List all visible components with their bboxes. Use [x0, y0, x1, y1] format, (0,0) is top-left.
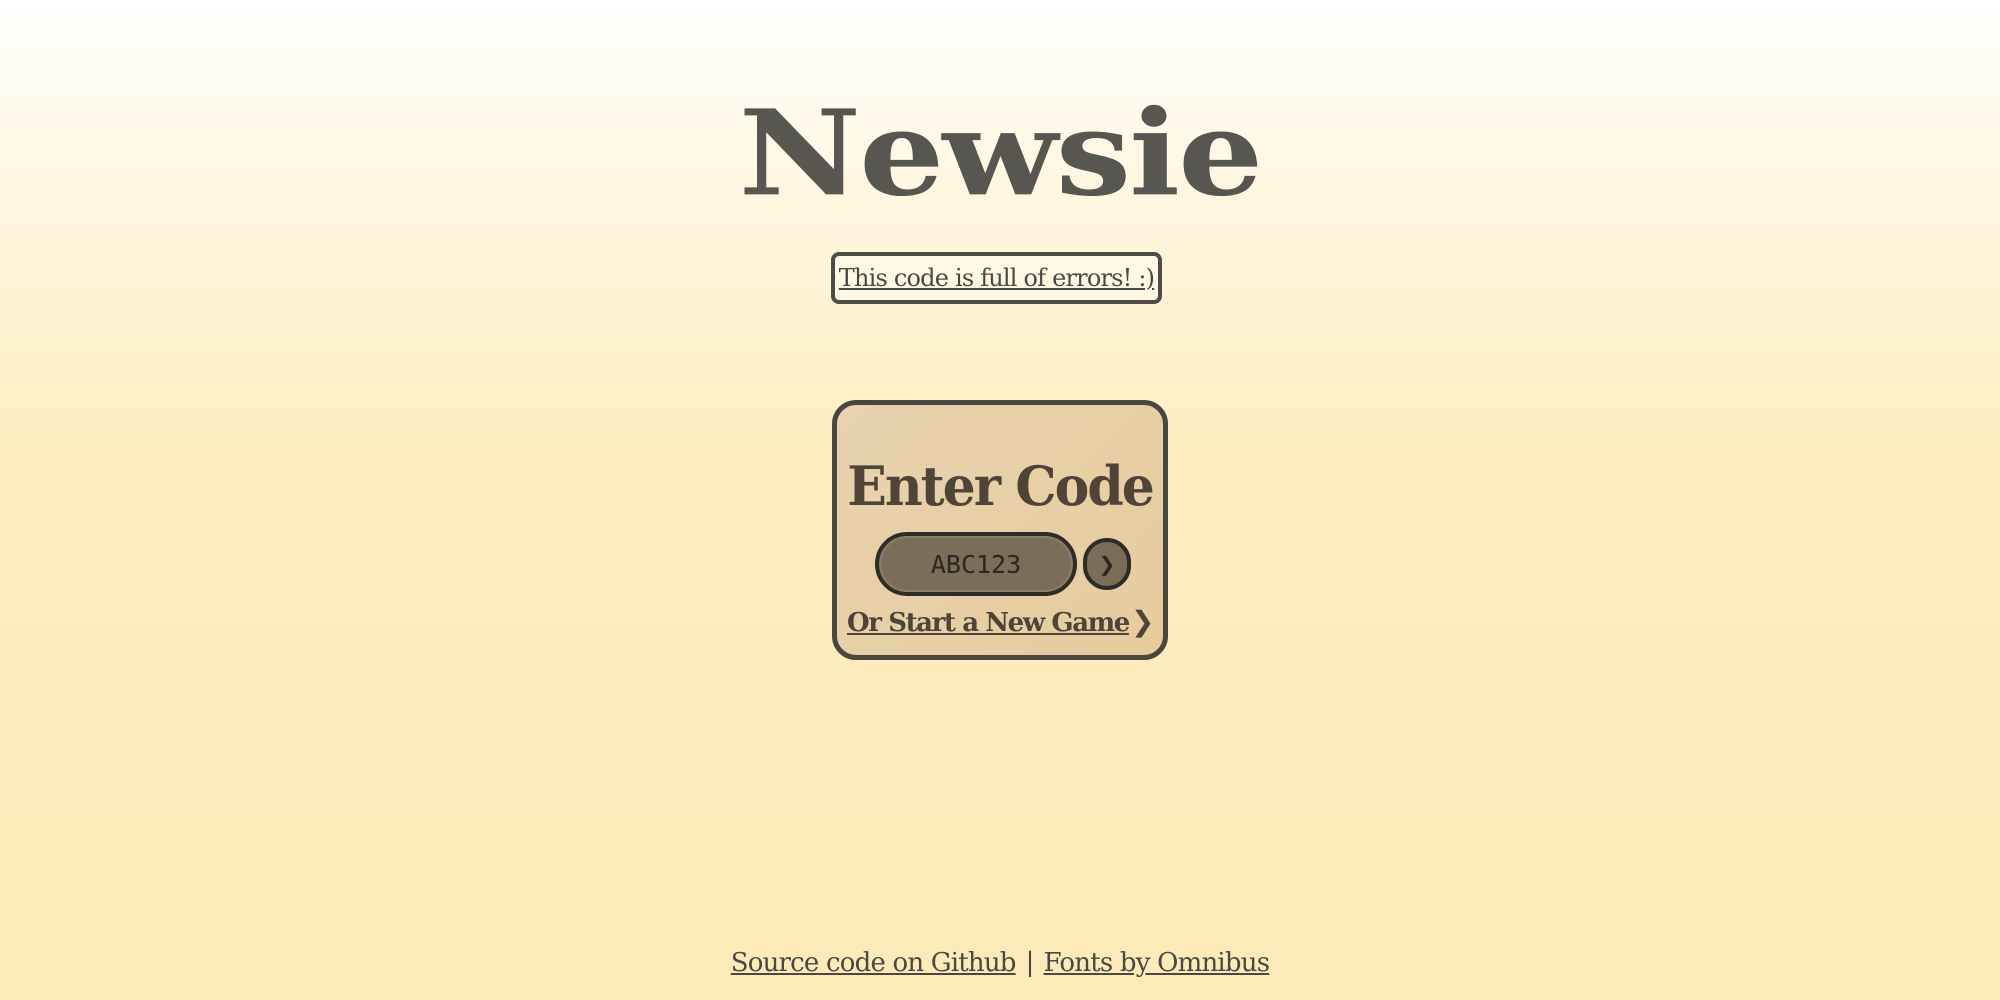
start-new-game-link[interactable]: Or Start a New Game❯	[837, 605, 1163, 638]
start-new-game-label: Or Start a New Game	[847, 608, 1130, 638]
source-code-link[interactable]: Source code on Github	[731, 948, 1017, 978]
fonts-credit-link[interactable]: Fonts by Omnibus	[1044, 948, 1270, 978]
game-code-input[interactable]	[875, 532, 1077, 596]
submit-code-button[interactable]: ❯	[1083, 538, 1131, 590]
app-root: Newsie This code is full of errors! :) E…	[0, 0, 2000, 1000]
newsie-logo: Newsie	[738, 83, 1264, 223]
chevron-right-icon: ❯	[1130, 605, 1154, 638]
footer: Source code on Github | Fonts by Omnibus	[0, 948, 2000, 978]
footer-separator: |	[1025, 948, 1035, 978]
error-notice-box[interactable]: This code is full of errors! :)	[831, 252, 1162, 304]
chevron-right-icon: ❯	[1098, 552, 1116, 576]
enter-code-card: Enter Code ❯ Or Start a New Game❯	[832, 400, 1168, 660]
enter-code-title: Enter Code	[847, 454, 1155, 519]
error-notice-link[interactable]: This code is full of errors! :)	[839, 264, 1155, 292]
